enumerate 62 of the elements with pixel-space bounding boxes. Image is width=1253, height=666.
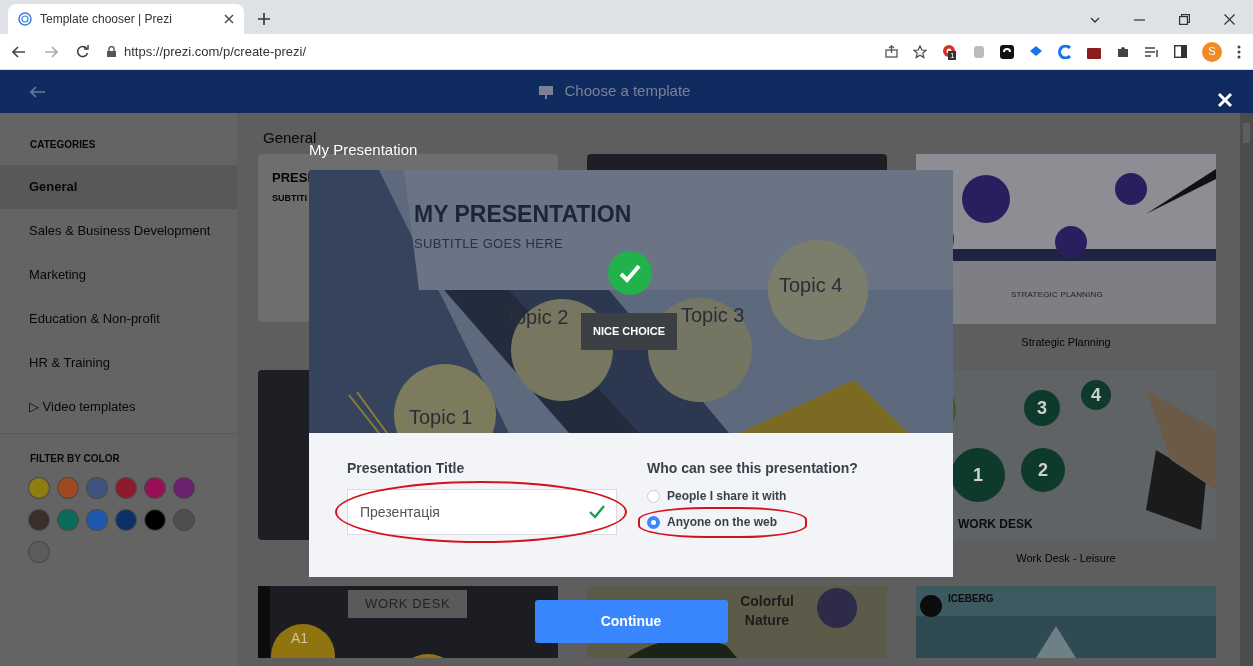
radio-button[interactable] [647, 489, 660, 503]
color-swatch[interactable] [116, 478, 136, 498]
new-tab-icon[interactable] [258, 13, 270, 25]
thumbnail-title: ICEBERG [948, 592, 994, 606]
color-swatch[interactable] [174, 478, 194, 498]
continue-button[interactable]: Continue [534, 600, 728, 643]
radio-option[interactable]: People I share it with [647, 487, 787, 505]
thumbnail-title: WORK DESK [958, 516, 1033, 533]
profile-avatar[interactable]: S [1202, 41, 1222, 62]
reload-icon[interactable] [76, 45, 89, 58]
sidebar-heading: FILTER BY COLOR [30, 452, 120, 466]
lock-icon [107, 46, 116, 57]
category-item[interactable]: Marketing [0, 253, 237, 297]
presentation-icon [538, 84, 553, 99]
globe-icon [18, 12, 32, 26]
extension-icon[interactable] [1000, 44, 1014, 59]
close-icon[interactable] [224, 14, 234, 24]
radio-option[interactable]: Anyone on the web [647, 513, 777, 531]
more-icon[interactable] [1237, 44, 1241, 59]
back-icon[interactable] [12, 45, 26, 58]
color-swatch[interactable] [145, 510, 165, 530]
restore-icon[interactable] [1179, 14, 1190, 25]
category-item[interactable]: HR & Training [0, 341, 237, 385]
radio-button[interactable] [647, 515, 660, 529]
minimize-icon[interactable] [1134, 18, 1145, 21]
close-icon[interactable] [1224, 14, 1235, 25]
playlist-icon[interactable] [1145, 45, 1159, 58]
template-caption: Work Desk - Leisure [1016, 551, 1116, 566]
share-icon[interactable] [885, 45, 898, 58]
color-swatch[interactable] [58, 478, 78, 498]
browser-tab[interactable]: Template chooser | Prezi [8, 4, 244, 34]
color-swatch[interactable] [174, 510, 194, 530]
section-title: General [263, 128, 317, 146]
url-text[interactable]: https://prezi.com/p/create-prezi/ [124, 41, 307, 62]
sidebar-heading: CATEGORIES [30, 138, 96, 152]
field-label: Who can see this presentation? [647, 459, 858, 478]
color-swatch[interactable] [58, 510, 78, 530]
color-swatch[interactable] [87, 478, 107, 498]
color-swatch[interactable] [116, 510, 136, 530]
title-field[interactable]: Презентація [347, 489, 617, 535]
forward-icon[interactable] [44, 45, 58, 58]
tab-title: Template chooser | Prezi [40, 11, 173, 28]
color-swatch[interactable] [29, 542, 49, 562]
thumbnail-subtitle: SUBTITI [272, 191, 307, 205]
thumbnail-label: A1 [291, 629, 309, 648]
star-icon[interactable] [913, 44, 927, 59]
extension-badge: 1 [948, 50, 957, 60]
category-item[interactable]: ▷ Video templates [0, 385, 237, 429]
color-swatch[interactable] [87, 510, 107, 530]
category-item[interactable]: Sales & Business Development [0, 209, 237, 253]
thumbnail-title: Colorful Nature [739, 592, 795, 630]
header-title: Choose a template [564, 81, 691, 102]
sidebar-icon[interactable] [1174, 45, 1187, 58]
category-item[interactable]: Education & Non-profit [0, 297, 237, 341]
puzzle-icon[interactable] [1116, 44, 1130, 59]
color-swatch[interactable] [29, 478, 49, 498]
category-item[interactable]: General [0, 165, 237, 209]
color-swatch[interactable] [29, 510, 49, 530]
template-caption: Strategic Planning [1021, 335, 1111, 350]
field-label: Presentation Title [347, 459, 466, 478]
color-swatch[interactable] [145, 478, 165, 498]
chevron-down-icon[interactable] [1090, 16, 1100, 23]
